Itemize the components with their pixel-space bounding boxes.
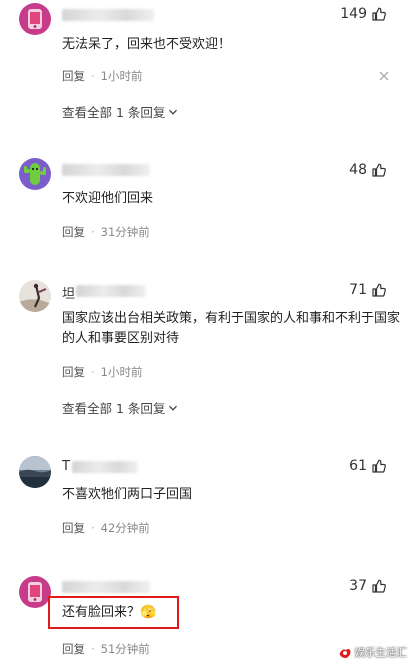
like-control[interactable]: 37: [349, 578, 387, 594]
close-icon[interactable]: [377, 69, 391, 83]
like-control[interactable]: 71: [349, 282, 387, 298]
username-blurred[interactable]: [76, 285, 146, 297]
view-replies-button[interactable]: 查看全部 1 条回复: [62, 398, 178, 417]
meta-separator: ·: [91, 365, 95, 379]
meta-separator: ·: [91, 225, 95, 239]
view-replies-label: 查看全部 1 条回复: [62, 105, 166, 120]
chevron-down-icon: [169, 109, 178, 115]
like-count: 37: [349, 578, 367, 594]
like-count: 71: [349, 282, 367, 298]
comment-text: 不喜欢牠们两口子回国: [62, 487, 193, 502]
like-control[interactable]: 61: [349, 458, 387, 474]
like-control[interactable]: 149: [340, 6, 387, 22]
timestamp: 31分钟前: [100, 225, 150, 239]
thumbs-up-icon[interactable]: [371, 458, 387, 474]
timestamp: 42分钟前: [100, 521, 150, 535]
view-replies-button[interactable]: 查看全部 1 条回复: [62, 102, 178, 121]
avatar[interactable]: [19, 456, 51, 488]
like-count: 61: [349, 458, 367, 474]
username-blurred[interactable]: [72, 461, 138, 473]
timestamp: 1小时前: [100, 69, 143, 83]
comment-meta: 回复 · 51分钟前: [62, 641, 150, 657]
like-count: 149: [340, 6, 367, 22]
watermark-logo-icon: [339, 648, 351, 658]
watermark: 娱乐生活汇: [338, 645, 408, 660]
thumbs-up-icon[interactable]: [371, 578, 387, 594]
username-blurred[interactable]: [62, 164, 150, 176]
highlight-box: [48, 596, 179, 629]
reply-button[interactable]: 回复: [62, 68, 85, 84]
chevron-down-icon: [169, 405, 178, 411]
reply-button[interactable]: 回复: [62, 520, 85, 536]
comment-text: 不欢迎他们回来: [62, 191, 154, 206]
avatar[interactable]: [19, 576, 51, 608]
timestamp: 1小时前: [100, 365, 143, 379]
timestamp: 51分钟前: [100, 642, 150, 656]
reply-button[interactable]: 回复: [62, 224, 85, 240]
meta-separator: ·: [91, 69, 95, 83]
avatar[interactable]: [19, 3, 51, 35]
view-replies-label: 查看全部 1 条回复: [62, 401, 166, 416]
avatar[interactable]: [19, 280, 51, 312]
meta-separator: ·: [91, 642, 95, 656]
thumbs-up-icon[interactable]: [371, 282, 387, 298]
comment-meta: 回复 · 42分钟前: [62, 520, 150, 536]
thumbs-up-icon[interactable]: [371, 162, 387, 178]
reply-button[interactable]: 回复: [62, 641, 85, 657]
like-count: 48: [349, 162, 367, 178]
username-initial[interactable]: 坦: [62, 283, 75, 302]
comment-text: 国家应该出台相关政策，有利于国家的人和事和不利于国家的人和事要区别对待: [62, 311, 401, 346]
watermark-text: 娱乐生活汇: [354, 647, 408, 659]
comment-meta: 回复 · 1小时前: [62, 68, 142, 84]
username-blurred[interactable]: [62, 581, 150, 593]
comment-meta: 回复 · 1小时前: [62, 364, 142, 380]
meta-separator: ·: [91, 521, 95, 535]
thumbs-up-icon[interactable]: [371, 6, 387, 22]
like-control[interactable]: 48: [349, 162, 387, 178]
comment-meta: 回复 · 31分钟前: [62, 224, 150, 240]
reply-button[interactable]: 回复: [62, 364, 85, 380]
username-initial[interactable]: T: [62, 459, 70, 474]
username-blurred[interactable]: [62, 9, 154, 21]
avatar[interactable]: [19, 158, 51, 190]
comment-text: 无法呆了，回来也不受欢迎！: [62, 37, 232, 52]
